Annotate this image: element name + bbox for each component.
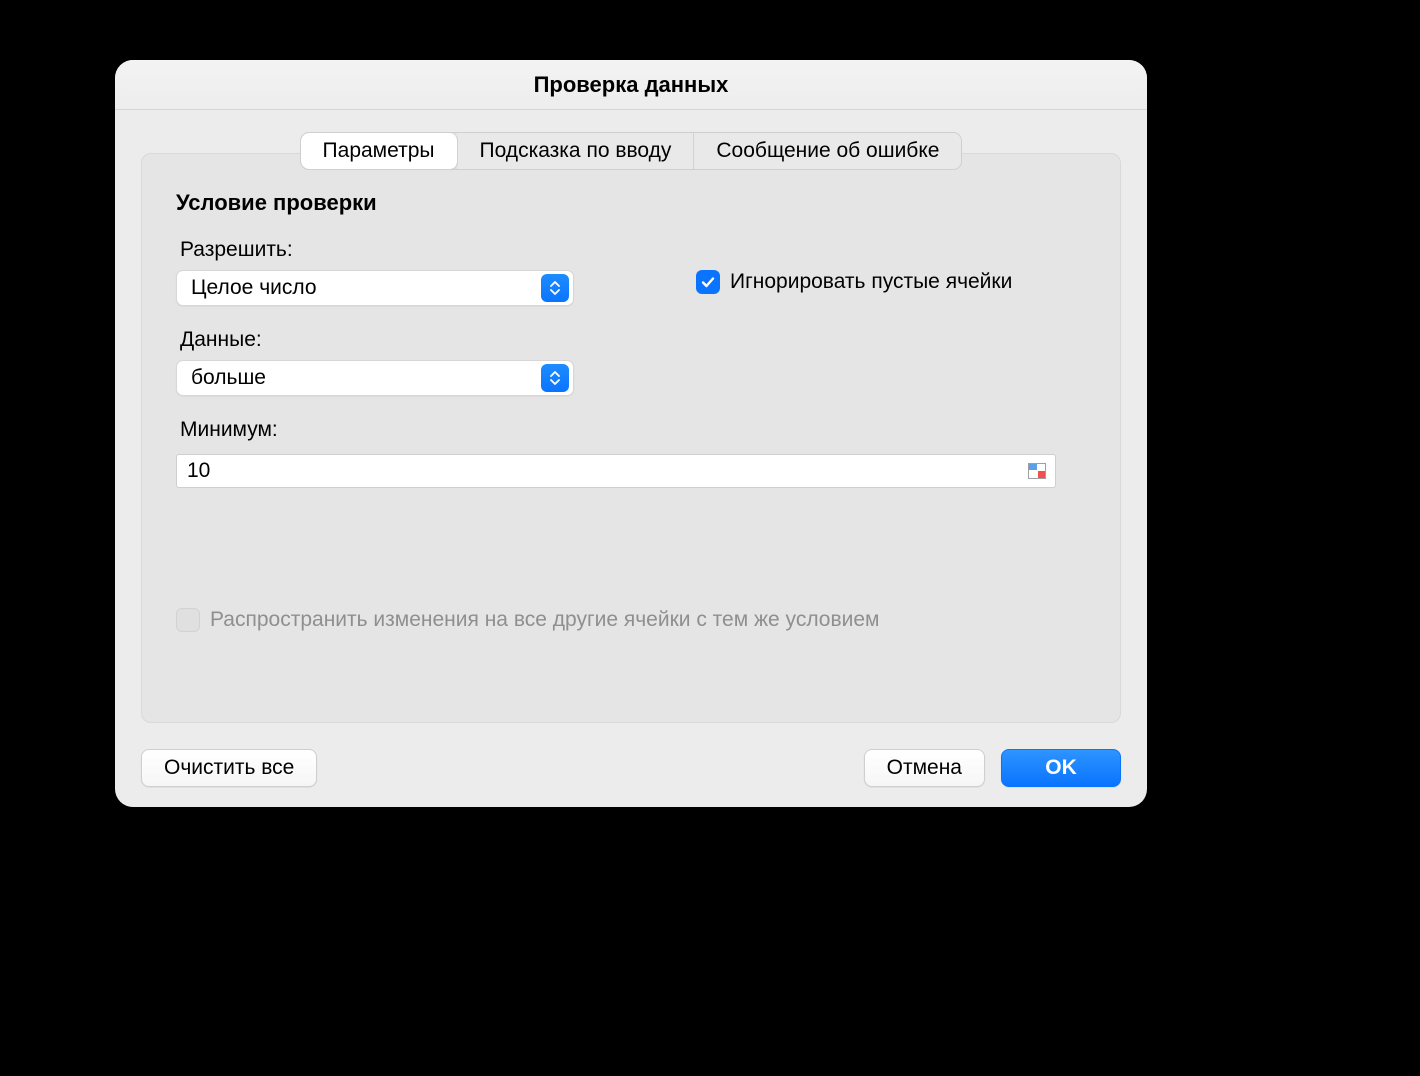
propagate-checkbox bbox=[176, 608, 200, 632]
data-label: Данные: bbox=[180, 328, 576, 352]
ignore-empty-checkbox[interactable] bbox=[696, 270, 720, 294]
dialog-footer: Очистить все Отмена OK bbox=[115, 733, 1147, 807]
ignore-empty-label: Игнорировать пустые ячейки bbox=[730, 270, 1012, 294]
allow-select[interactable]: Целое число bbox=[176, 270, 574, 306]
range-select-icon[interactable] bbox=[1025, 460, 1049, 482]
clear-all-button[interactable]: Очистить все bbox=[141, 749, 317, 787]
allow-label: Разрешить: bbox=[180, 238, 576, 262]
tab-error-message[interactable]: Сообщение об ошибке bbox=[694, 133, 961, 169]
select-stepper-icon bbox=[541, 274, 569, 302]
minimum-label: Минимум: bbox=[180, 418, 576, 442]
data-select[interactable]: больше bbox=[176, 360, 574, 396]
tabs: Параметры Подсказка по вводу Сообщение о… bbox=[141, 132, 1121, 170]
data-validation-dialog: Проверка данных Параметры Подсказка по в… bbox=[115, 60, 1147, 807]
minimum-input-row bbox=[176, 454, 1056, 488]
select-stepper-icon bbox=[541, 364, 569, 392]
cancel-button[interactable]: Отмена bbox=[864, 749, 985, 787]
minimum-input[interactable] bbox=[177, 459, 1025, 483]
tab-input-hint[interactable]: Подсказка по вводу bbox=[458, 133, 695, 169]
validation-condition-title: Условие проверки bbox=[176, 190, 1086, 216]
data-select-value: больше bbox=[177, 366, 541, 390]
propagate-label: Распространить изменения на все другие я… bbox=[210, 608, 880, 632]
allow-select-value: Целое число bbox=[177, 276, 541, 300]
dialog-title: Проверка данных bbox=[115, 60, 1147, 110]
tab-settings[interactable]: Параметры bbox=[301, 133, 458, 169]
settings-panel: Условие проверки Разрешить: Целое число … bbox=[141, 153, 1121, 723]
dialog-body: Параметры Подсказка по вводу Сообщение о… bbox=[115, 110, 1147, 733]
ok-button[interactable]: OK bbox=[1001, 749, 1121, 787]
